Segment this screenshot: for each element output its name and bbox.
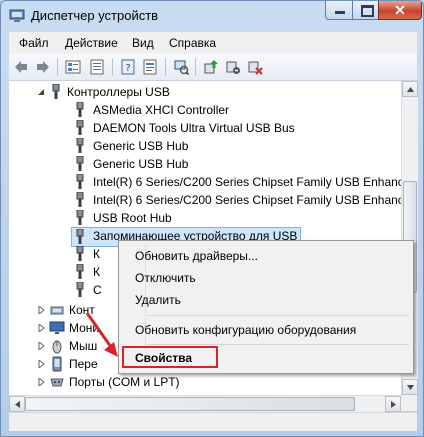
menu-item-remove[interactable]: Удалить [135,293,181,307]
tree-category-label: Порты (COM и LPT) [69,375,180,389]
tree-category-label: Мони [69,321,100,335]
up-arrow-icon [407,87,414,92]
tree-device-label: Intel(R) 6 Series/C200 Series Chipset Fa… [93,193,401,207]
window-title: Диспетчер устройств [31,8,159,23]
controller-icon [50,306,64,315]
port-icon [50,378,64,387]
horizontal-scrollbar[interactable] [9,395,401,412]
device-manager-window: Диспетчер устройств ✕ Файл Действие Вид … [0,0,424,437]
usb-connector-icon [76,138,84,153]
expand-arrow-icon[interactable] [37,360,45,368]
usb-connector-icon [76,102,84,117]
usb-connector-icon [76,192,84,207]
usb-connector-icon [76,210,84,225]
tree-device-label: ASMedia XHCI Controller [93,103,230,117]
menu-action[interactable]: Действие [65,36,118,50]
uninstall-device-icon[interactable] [247,59,263,75]
details-icon[interactable] [89,59,105,75]
scroll-up-button[interactable] [402,81,418,97]
collapse-arrow-icon[interactable] [37,88,45,96]
update-driver-icon[interactable] [203,59,219,75]
scroll-down-button[interactable] [402,379,418,395]
usb-connector-icon [76,246,84,261]
disable-device-icon[interactable] [225,59,241,75]
scroll-right-button[interactable] [385,396,401,412]
svg-text:?: ? [125,63,130,74]
menu-bar: Файл Действие Вид Справка [9,32,417,55]
tree-device-label: К [93,265,100,279]
menu-view[interactable]: Вид [132,36,154,50]
title-bar[interactable]: Диспетчер устройств ✕ [1,1,423,31]
help-icon[interactable]: ? [120,59,136,75]
toolbar-separator [112,58,113,76]
maximize-button[interactable] [352,1,379,20]
down-arrow-icon [407,385,414,390]
properties-highlight-box [122,346,218,368]
expand-arrow-icon[interactable] [37,306,45,314]
minimize-button[interactable] [325,1,353,20]
usb-connector-icon [76,156,84,171]
status-bar [9,412,417,431]
forward-arrow-icon[interactable] [35,59,51,75]
usb-connector-icon [76,264,84,279]
toolbar-separator [57,58,58,76]
tree-category-label: Пере [69,357,98,371]
expand-arrow-icon[interactable] [37,342,45,350]
scroll-thumb[interactable] [25,397,355,411]
menu-separator [147,344,409,345]
context-menu: Обновить драйверы... Отключить Удалить О… [118,240,414,374]
properties-icon[interactable] [142,59,158,75]
menu-help[interactable]: Справка [169,36,216,50]
usb-connector-icon [76,120,84,135]
tree-device-label: Generic USB Hub [93,157,189,171]
menu-item-update-drivers[interactable]: Обновить драйверы... [135,249,258,263]
tree-device-label: К [93,247,100,261]
tree-view-icon[interactable] [65,59,81,75]
scroll-left-button[interactable] [9,396,25,412]
toolbar-separator [165,58,166,76]
tree-device-label: DAEMON Tools Ultra Virtual USB Bus [93,121,295,135]
device-manager-icon [9,9,25,22]
mouse-icon [52,340,62,354]
tree-category-label: Мыш [69,339,98,353]
menu-item-disable[interactable]: Отключить [135,271,196,285]
menu-item-scan-hardware[interactable]: Обновить конфигурацию оборудования [135,323,356,337]
portable-device-icon [52,356,62,372]
expand-arrow-icon[interactable] [37,324,45,332]
expand-arrow-icon[interactable] [37,378,45,386]
tree-device-label: С [93,283,102,297]
left-arrow-icon [15,401,20,408]
tree-device-label: Generic USB Hub [93,139,189,153]
usb-connector-icon [76,174,84,189]
menu-separator [147,315,409,316]
toolbar-separator [195,58,196,76]
monitor-icon [49,321,65,334]
scan-hardware-icon[interactable] [173,59,189,75]
right-arrow-icon [391,401,396,408]
scrollbar-corner [401,395,417,411]
usb-connector-icon [52,84,60,99]
tree-device-label: Intel(R) 6 Series/C200 Series Chipset Fa… [93,175,401,189]
tree-device-label: USB Root Hub [93,211,172,225]
close-button[interactable]: ✕ [378,1,422,20]
close-icon: ✕ [394,2,406,18]
menu-file[interactable]: Файл [19,36,49,50]
back-arrow-icon[interactable] [13,59,29,75]
toolbar: ? [9,54,417,81]
tree-category-label: Конт [69,303,95,317]
usb-connector-icon [76,229,84,244]
usb-connector-icon [76,282,84,297]
tree-category-label: Контроллеры USB [67,85,170,99]
